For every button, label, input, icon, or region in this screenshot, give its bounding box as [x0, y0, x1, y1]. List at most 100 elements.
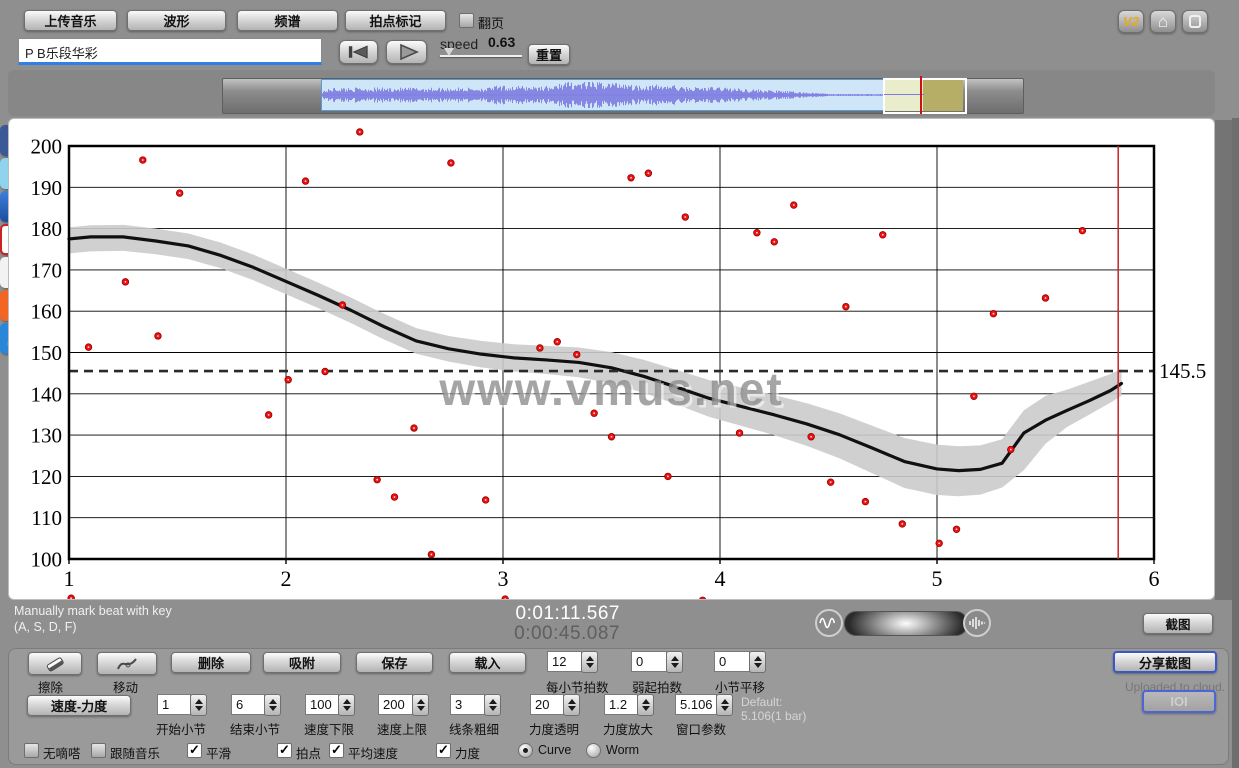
waveform-selection[interactable] [321, 79, 884, 111]
share-snapshot-button[interactable]: 分享截图 [1113, 651, 1217, 673]
svg-text:180: 180 [31, 217, 63, 241]
home-icon: ⌂ [1158, 13, 1168, 30]
worm-radio-label: Worm [606, 743, 639, 757]
sine-wave-glyph [819, 616, 839, 630]
volume-slider[interactable] [844, 611, 968, 636]
time-total: 0:00:45.087 [502, 623, 620, 645]
spin-down-icon [671, 663, 679, 668]
waveform-button[interactable]: 波形 [127, 10, 226, 31]
tempo-max-label: 速度上限 [377, 719, 427, 738]
svg-text:190: 190 [31, 176, 63, 200]
end-measure-input[interactable]: 6 [231, 694, 265, 715]
v2-button[interactable]: V2 [1118, 10, 1144, 33]
dynamics-scale-input[interactable]: 1.2 [604, 694, 638, 715]
speed-slider-thumb[interactable] [444, 48, 454, 56]
smooth-checkbox[interactable] [187, 743, 202, 758]
fullscreen-button[interactable] [1182, 10, 1208, 33]
pickup-beats-spinner[interactable] [666, 651, 683, 673]
eraser-icon [44, 656, 66, 672]
beat-mark-button[interactable]: 拍点标记 [345, 10, 446, 31]
spin-up-icon [343, 699, 351, 704]
dynamics-checkbox[interactable] [436, 743, 451, 758]
hint-line2: (A, S, D, F) [14, 620, 77, 634]
svg-text:160: 160 [31, 300, 63, 324]
save-button[interactable]: 保存 [356, 652, 433, 673]
measure-shift-spinner[interactable] [749, 651, 766, 673]
upload-music-button[interactable]: 上传音乐 [24, 10, 117, 31]
svg-text:145.5: 145.5 [1159, 359, 1206, 383]
reset-button[interactable]: 重置 [528, 44, 570, 65]
home-button[interactable]: ⌂ [1150, 10, 1176, 33]
ioi-button[interactable]: IOI [1142, 690, 1216, 713]
start-measure-spinner[interactable] [190, 694, 207, 716]
spin-down-icon [754, 663, 762, 668]
pickup-beats-input[interactable]: 0 [631, 651, 667, 672]
line-width-spinner[interactable] [484, 694, 501, 716]
start-measure-label: 开始小节 [156, 719, 206, 738]
no-click-checkbox[interactable] [24, 743, 39, 758]
move-tool-button[interactable] [97, 652, 157, 675]
vmus-app-window: 上传音乐 波形 频谱 拍点标记 翻页 P B乐段华彩 speed 0.63 重置… [0, 0, 1239, 768]
line-width-input[interactable]: 3 [450, 694, 485, 715]
dynamics-scale-spinner[interactable] [637, 694, 654, 716]
spin-down-icon [586, 663, 594, 668]
average-tempo-checkbox[interactable] [329, 743, 344, 758]
snap-button[interactable]: 吸附 [263, 652, 341, 673]
tempo-dynamics-mode-button[interactable]: 速度-力度 [27, 695, 131, 716]
dynamics-opacity-label: 力度透明 [529, 719, 579, 738]
dynamics-opacity-input[interactable]: 20 [530, 694, 564, 715]
svg-text:170: 170 [31, 258, 63, 282]
svg-text:120: 120 [31, 465, 63, 489]
track-name-input[interactable]: P B乐段华彩 [18, 38, 322, 65]
svg-text:1: 1 [64, 566, 75, 591]
window-param-input[interactable]: 5.106 [675, 694, 717, 715]
tempo-max-input[interactable]: 200 [378, 694, 413, 715]
hint-line1: Manually mark beat with key [14, 604, 172, 618]
volume-max-icon[interactable] [963, 609, 991, 637]
tempo-min-spinner[interactable] [338, 694, 355, 716]
erase-tool-button[interactable] [28, 652, 82, 675]
play-icon [394, 43, 420, 61]
svg-text:2: 2 [281, 566, 292, 591]
svg-text:www.vmus.net: www.vmus.net [438, 363, 783, 415]
dynamics-opacity-spinner[interactable] [563, 694, 580, 716]
load-button[interactable]: 载入 [449, 652, 526, 673]
spin-up-icon [721, 699, 729, 704]
waveform-playhead[interactable] [920, 76, 922, 114]
spin-down-icon [568, 706, 576, 711]
spin-up-icon [269, 699, 277, 704]
beat-points-checkbox[interactable] [277, 743, 292, 758]
play-button[interactable] [386, 40, 427, 64]
volume-min-icon[interactable] [815, 609, 843, 637]
skip-to-start-button[interactable] [339, 40, 378, 64]
svg-text:130: 130 [31, 424, 63, 448]
spectrum-button[interactable]: 频谱 [237, 10, 338, 31]
waveform-strip[interactable] [222, 78, 1024, 114]
beats-per-measure-input[interactable]: 12 [547, 651, 582, 672]
spin-up-icon [195, 699, 203, 704]
start-measure-input[interactable]: 1 [157, 694, 191, 715]
end-measure-spinner[interactable] [264, 694, 281, 716]
svg-text:5: 5 [932, 566, 943, 591]
worm-radio[interactable] [586, 743, 601, 758]
snapshot-button[interactable]: 截图 [1143, 613, 1213, 634]
flip-page-checkbox[interactable] [459, 13, 474, 28]
beats-per-measure-spinner[interactable] [581, 651, 598, 673]
spin-down-icon [269, 706, 277, 711]
spin-down-icon [721, 706, 729, 711]
window-param-spinner[interactable] [716, 694, 733, 716]
page-edge [1232, 118, 1239, 768]
smooth-label: 平滑 [206, 743, 231, 762]
tempo-chart[interactable]: www.vmus.netwww.vmus.net1001101201301401… [9, 119, 1214, 599]
tempo-chart-panel[interactable]: www.vmus.netwww.vmus.net1001101201301401… [8, 118, 1215, 600]
follow-music-checkbox[interactable] [91, 743, 106, 758]
tempo-max-spinner[interactable] [412, 694, 429, 716]
delete-button[interactable]: 删除 [171, 652, 251, 673]
curve-radio[interactable] [518, 743, 533, 758]
tempo-min-input[interactable]: 100 [305, 694, 339, 715]
erase-tool-label: 擦除 [38, 677, 63, 696]
average-tempo-label: 平均速度 [348, 743, 398, 762]
measure-shift-input[interactable]: 0 [714, 651, 750, 672]
dynamics-scale-label: 力度放大 [603, 719, 653, 738]
waveform-burst-glyph [968, 616, 986, 630]
